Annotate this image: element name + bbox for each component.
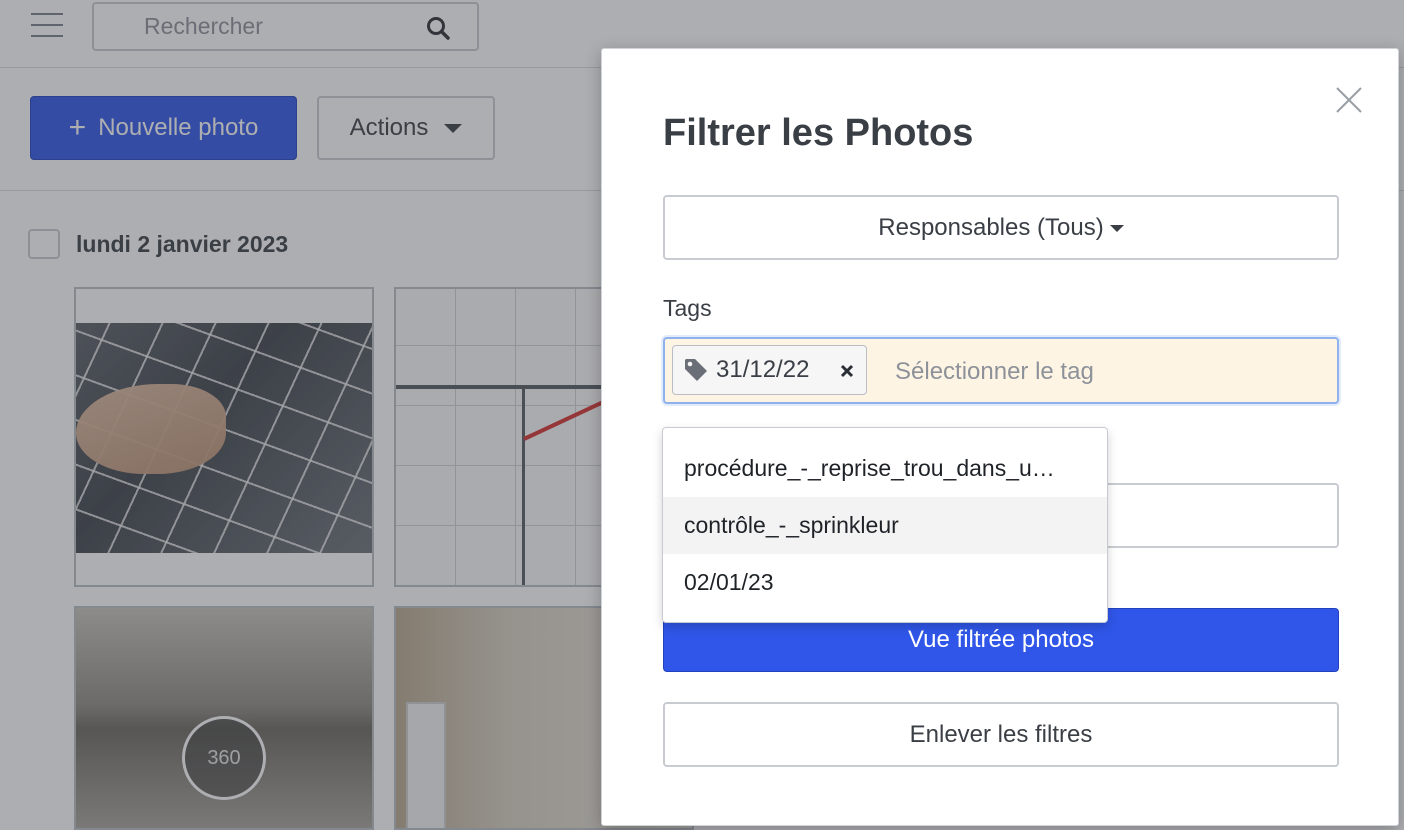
tag-option-label: contrôle_-_sprinkleur: [684, 512, 899, 538]
responsables-dropdown-button[interactable]: Responsables (Tous): [663, 195, 1339, 260]
apply-filter-label: Vue filtrée photos: [908, 626, 1094, 653]
tag-icon: [685, 359, 707, 381]
tag-options-dropdown: procédure_-_reprise_trou_dans_u… contrôl…: [662, 427, 1108, 623]
tag-option[interactable]: 02/01/23: [663, 554, 1107, 611]
remove-tag-icon[interactable]: [838, 362, 856, 380]
modal-title: Filtrer les Photos: [663, 112, 974, 154]
clear-filters-button[interactable]: Enlever les filtres: [663, 702, 1339, 767]
selected-tag-label: 31/12/22: [716, 356, 810, 383]
selected-tag-chip: 31/12/22: [672, 345, 867, 395]
tags-label: Tags: [663, 295, 712, 321]
clear-filters-label: Enlever les filtres: [909, 720, 1093, 748]
tags-select[interactable]: 31/12/22: [663, 337, 1339, 404]
responsables-label: Responsables (Tous): [878, 213, 1104, 241]
tag-option-label: procédure_-_reprise_trou_dans_u…: [684, 455, 1055, 481]
tag-option-label: 02/01/23: [684, 569, 774, 595]
tag-option[interactable]: contrôle_-_sprinkleur: [663, 497, 1107, 554]
close-icon[interactable]: [1334, 85, 1364, 115]
tag-option[interactable]: procédure_-_reprise_trou_dans_u…: [663, 440, 1107, 497]
caret-down-icon: [1109, 225, 1124, 232]
tag-search-input[interactable]: [895, 355, 1315, 389]
